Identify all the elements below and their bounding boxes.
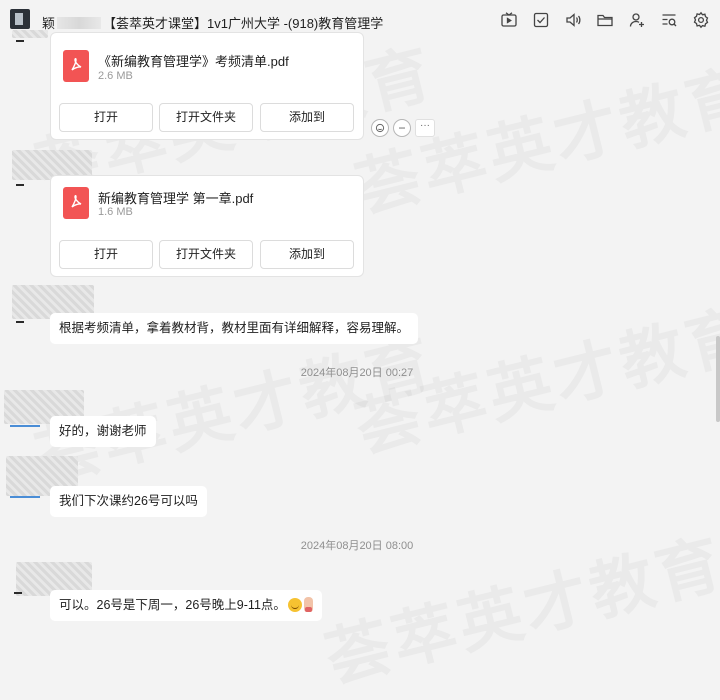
smile-emoji-icon [287, 598, 302, 612]
folder-icon[interactable] [596, 11, 614, 29]
open-folder-button[interactable]: 打开文件夹 [159, 103, 253, 132]
avatar-edge [10, 425, 40, 427]
avatar-edge [14, 592, 22, 594]
group-avatar[interactable] [10, 9, 30, 29]
add-to-button[interactable]: 添加到 [260, 103, 354, 132]
avatar-edge [16, 184, 24, 186]
text-message[interactable]: 好的，谢谢老师 [50, 416, 156, 447]
header-toolbar [500, 11, 710, 29]
reply-icon[interactable] [393, 119, 411, 137]
file-name: 新编教育管理学 第一章.pdf [98, 191, 254, 206]
avatar-edge [10, 496, 40, 498]
add-user-icon[interactable] [628, 11, 646, 29]
hand-emoji-icon [303, 597, 313, 612]
pdf-file-icon [63, 50, 89, 82]
title-text: 【荟萃英才课堂】1v1广州大学 -(918)教育管理学 [103, 16, 384, 31]
message-actions: ··· [371, 119, 435, 137]
text-message[interactable]: 我们下次课约26号可以吗 [50, 486, 207, 517]
masked-name [57, 17, 102, 29]
message-timestamp: 2024年08月20日 00:27 [300, 367, 414, 379]
chat-scrollbar[interactable] [716, 336, 720, 422]
emoji-add-icon[interactable] [371, 119, 389, 137]
text-message[interactable]: 可以。26号是下周一，26号晚上9-11点。 [50, 590, 322, 621]
avatar-edge [16, 321, 24, 323]
open-button[interactable]: 打开 [59, 240, 153, 269]
tv-icon[interactable] [500, 11, 518, 29]
task-check-icon[interactable] [532, 11, 550, 29]
message-text: 可以。26号是下周一，26号晚上9-11点。 [59, 598, 286, 612]
avatar-edge [16, 40, 24, 42]
speaker-icon[interactable] [564, 11, 582, 29]
file-size: 1.6 MB [98, 206, 133, 218]
add-to-button[interactable]: 添加到 [260, 240, 354, 269]
file-size: 2.6 MB [98, 70, 133, 82]
more-icon[interactable]: ··· [415, 119, 435, 137]
pdf-file-icon [63, 187, 89, 219]
file-message-card[interactable]: 《新编教育管理学》考频清单.pdf 2.6 MB 打开 打开文件夹 添加到 [50, 32, 364, 140]
text-message[interactable]: 根据考频清单，拿着教材背，教材里面有详细解释，容易理解。 [50, 313, 419, 344]
sender-avatar[interactable] [12, 30, 48, 38]
chat-title: 颖 【荟萃英才课堂】1v1广州大学 -(918)教育管理学 [42, 13, 383, 32]
message-timestamp: 2024年08月20日 08:00 [300, 540, 414, 552]
history-search-icon[interactable] [660, 11, 678, 29]
file-message-card[interactable]: 新编教育管理学 第一章.pdf 1.6 MB 打开 打开文件夹 添加到 [50, 175, 364, 277]
open-button[interactable]: 打开 [59, 103, 153, 132]
settings-gear-icon[interactable] [692, 11, 710, 29]
open-folder-button[interactable]: 打开文件夹 [159, 240, 253, 269]
file-name: 《新编教育管理学》考频清单.pdf [98, 54, 289, 69]
title-prefix: 颖 [42, 16, 56, 31]
